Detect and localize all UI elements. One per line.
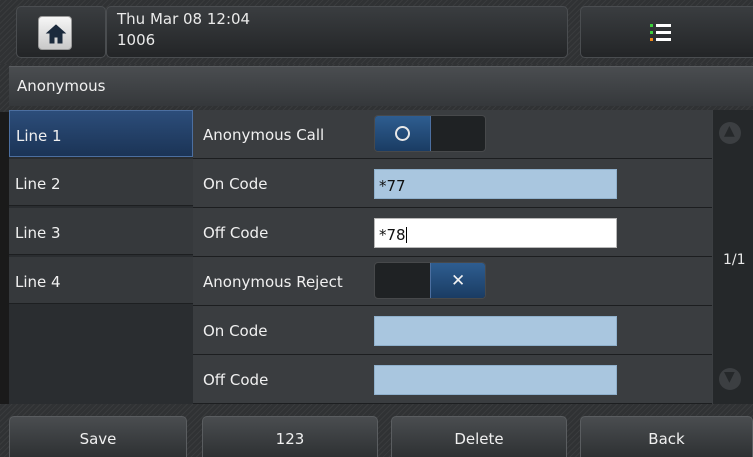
anonymous-call-label: Anonymous Call (203, 126, 325, 144)
call-on-code-value: *77 (379, 177, 406, 195)
page-title: Anonymous (17, 77, 106, 95)
anonymous-reject-label: Anonymous Reject (203, 273, 343, 291)
call-on-code-label: On Code (203, 175, 268, 193)
reject-on-code-row: On Code (193, 306, 712, 355)
call-on-code-input[interactable]: *77 (374, 169, 617, 199)
reject-on-code-label: On Code (203, 322, 268, 340)
circle-icon (395, 126, 410, 141)
anonymous-reject-toggle[interactable]: ✕ (374, 262, 486, 299)
arrow-up-icon: ▲ (724, 123, 735, 139)
call-off-code-label: Off Code (203, 224, 269, 242)
line-list: Line 1 Line 2 Line 3 Line 4 (9, 110, 193, 404)
toggle-on-segment (375, 116, 431, 151)
pager: ▲ 1/1 ▼ (712, 110, 753, 404)
title-bar: Anonymous (0, 64, 753, 112)
settings-panel: Anonymous Call On Code *77 Off Code *78 … (193, 110, 712, 404)
call-on-code-row: On Code *77 (193, 159, 712, 208)
line-item-4[interactable]: Line 4 (9, 257, 193, 304)
reject-off-code-label: Off Code (203, 371, 269, 389)
save-button[interactable]: Save (9, 416, 187, 457)
cross-icon: ✕ (451, 271, 466, 291)
reject-off-code-input[interactable] (374, 365, 617, 395)
menu-button[interactable] (580, 6, 753, 58)
title-panel: Anonymous (9, 66, 753, 106)
page-indicator: 1/1 (723, 252, 746, 268)
anonymous-call-row: Anonymous Call (193, 110, 712, 159)
text-caret (405, 227, 407, 243)
extension-number: 1006 (117, 31, 156, 49)
toggle-off-segment: ✕ (430, 263, 485, 298)
softkey-bar: Save 123 Delete Back (0, 404, 753, 457)
call-off-code-input[interactable]: *78 (374, 218, 617, 248)
reject-on-code-input[interactable] (374, 316, 617, 346)
reject-off-code-row: Off Code (193, 355, 712, 404)
arrow-down-icon: ▼ (724, 369, 735, 385)
line-item-3[interactable]: Line 3 (9, 208, 193, 255)
status-bar: Thu Mar 08 12:04 1006 (0, 0, 753, 64)
call-off-code-value: *78 (379, 226, 406, 244)
call-off-code-row: Off Code *78 (193, 208, 712, 257)
date-time: Thu Mar 08 12:04 (117, 10, 251, 28)
home-button[interactable] (38, 16, 72, 50)
input-method-button[interactable]: 123 (202, 416, 378, 457)
anonymous-call-toggle[interactable] (374, 115, 486, 152)
page-down-button[interactable]: ▼ (719, 368, 741, 390)
delete-button[interactable]: Delete (391, 416, 567, 457)
anonymous-reject-row: Anonymous Reject ✕ (193, 257, 712, 306)
line-item-2[interactable]: Line 2 (9, 159, 193, 206)
line-item-1[interactable]: Line 1 (9, 110, 193, 157)
menu-list-icon (650, 24, 671, 41)
home-icon (45, 24, 67, 44)
page-up-button[interactable]: ▲ (719, 122, 741, 144)
back-button[interactable]: Back (580, 416, 753, 457)
